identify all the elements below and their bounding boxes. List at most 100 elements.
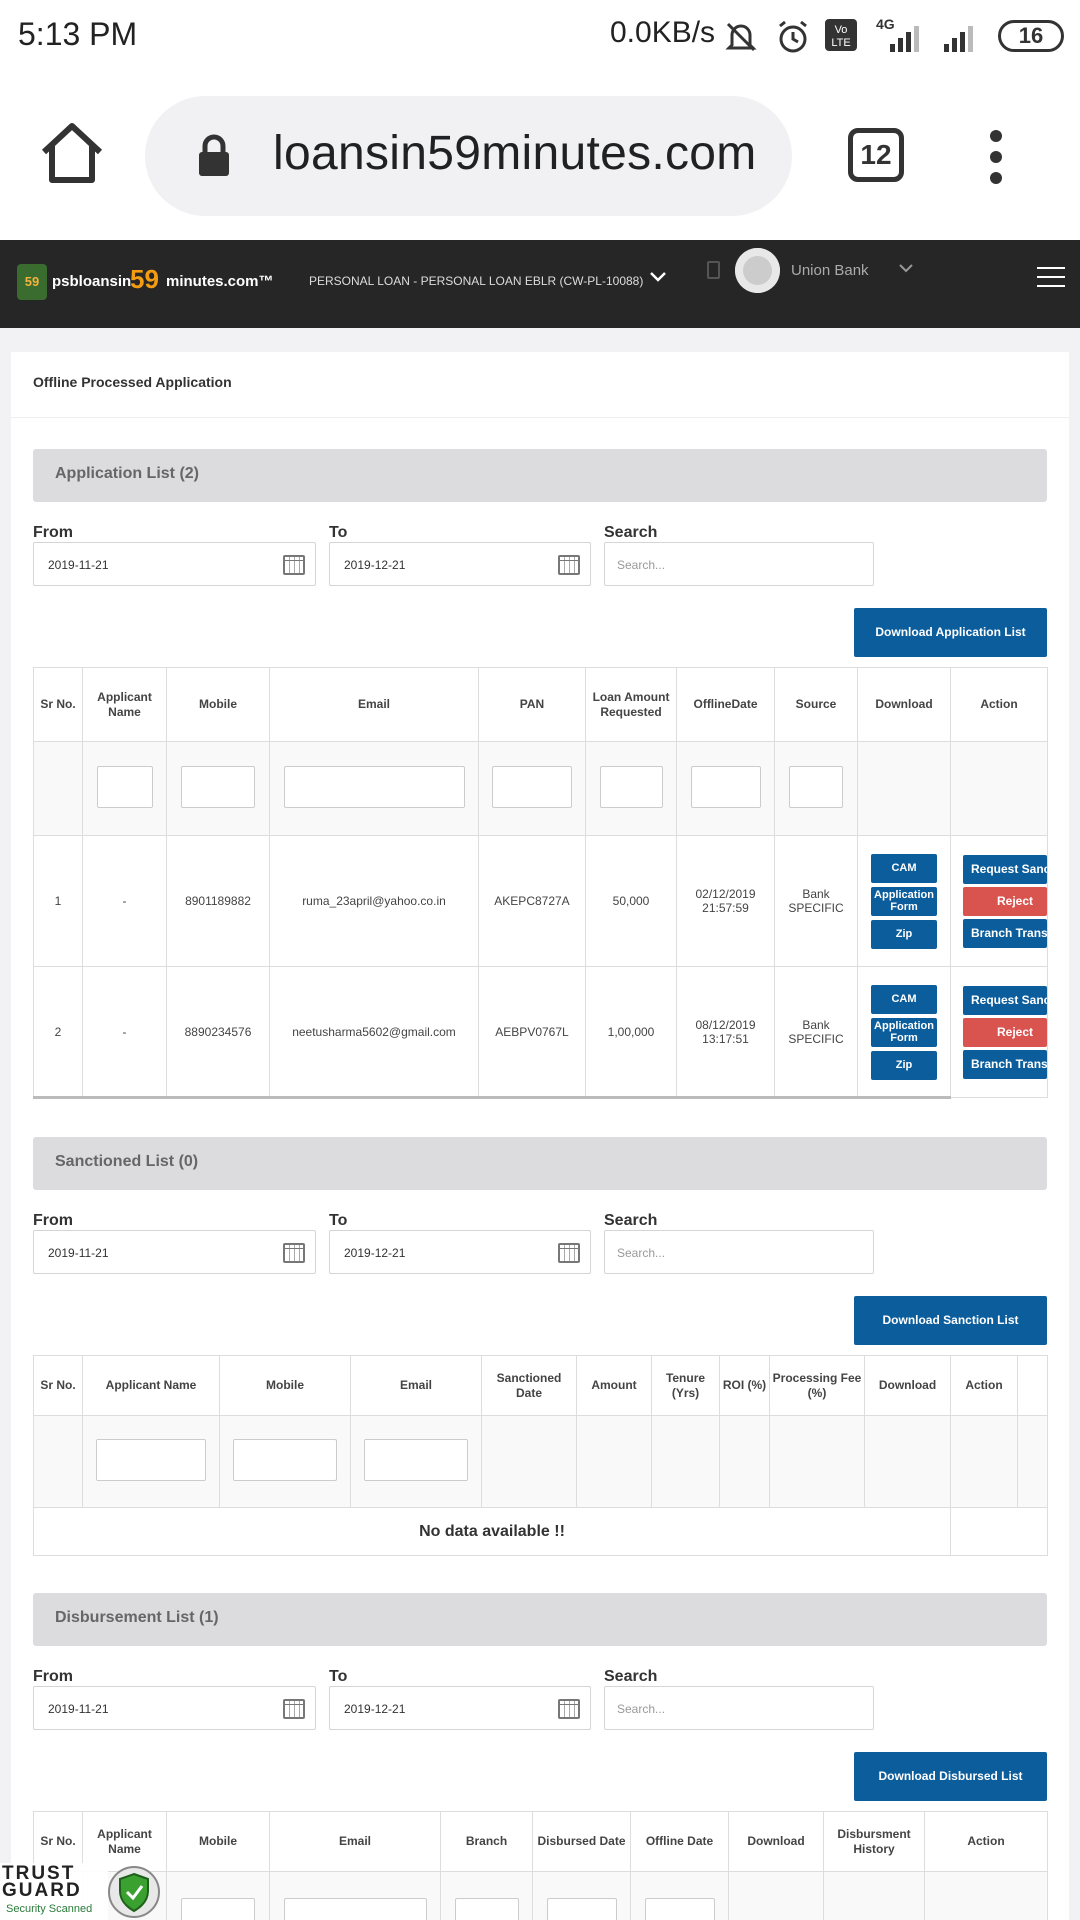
cell-email: neetusharma5602@gmail.com xyxy=(269,966,479,1098)
table-scrollbar[interactable] xyxy=(33,1096,951,1099)
email-filter-input[interactable] xyxy=(364,1439,468,1481)
bank-name[interactable]: Union Bank xyxy=(791,262,869,279)
cell-source: Bank SPECIFIC xyxy=(774,966,858,1098)
chevron-down-icon[interactable] xyxy=(648,270,668,284)
logo-number: 59 xyxy=(130,264,159,294)
date-value: 08/12/2019 xyxy=(695,1018,756,1032)
column-header: Branch xyxy=(440,1811,533,1872)
empty-row: No data available !! xyxy=(33,1507,1048,1556)
search-input[interactable]: Search... xyxy=(604,542,874,586)
mobile-filter-input[interactable] xyxy=(181,1898,255,1920)
svg-text:Vo: Vo xyxy=(835,24,848,36)
address-bar[interactable]: loansin59minutes.com xyxy=(145,96,792,216)
table-header-row: Sr No. Applicant Name Mobile Email PAN L… xyxy=(33,667,1048,742)
from-label: From xyxy=(33,1212,73,1229)
calendar-icon[interactable] xyxy=(558,555,580,575)
filter-cell xyxy=(33,741,83,836)
column-header: Sanctioned Date xyxy=(481,1355,577,1416)
name-filter-input[interactable] xyxy=(96,1439,206,1481)
filter-cell xyxy=(481,1415,577,1508)
branch-transfer-button[interactable]: Branch Transfer xyxy=(963,1049,1047,1079)
application-form-button[interactable]: Application Form xyxy=(871,1017,937,1047)
calendar-icon[interactable] xyxy=(283,1243,305,1263)
calendar-icon[interactable] xyxy=(283,555,305,575)
browser-menu-icon[interactable] xyxy=(985,130,1007,184)
search-input[interactable]: Search... xyxy=(604,1686,874,1730)
product-select[interactable]: PERSONAL LOAN - PERSONAL LOAN EBLR (CW-P… xyxy=(309,274,643,288)
time-value: 21:57:59 xyxy=(702,901,749,915)
reject-button[interactable]: Reject xyxy=(963,886,1047,916)
logo-badge-icon: 59 xyxy=(17,264,47,300)
column-header xyxy=(1017,1355,1048,1416)
application-form-button[interactable]: Application Form xyxy=(871,886,937,916)
date-value: 02/12/2019 xyxy=(695,887,756,901)
download-application-list-button[interactable]: Download Application List xyxy=(854,608,1047,657)
date-filter-input[interactable] xyxy=(690,766,761,808)
to-date-input[interactable]: 2019-12-21 xyxy=(329,1686,591,1730)
filter-cell xyxy=(82,1415,220,1508)
content-card xyxy=(11,352,1069,1920)
offline-date-filter-input[interactable] xyxy=(644,1898,715,1920)
zip-button[interactable]: Zip xyxy=(871,1050,937,1080)
branch-transfer-button[interactable]: Branch Transfer xyxy=(963,918,1047,948)
chevron-down-icon[interactable] xyxy=(898,262,914,274)
filter-cell xyxy=(651,1415,720,1508)
to-label: To xyxy=(329,1212,348,1229)
to-date-input[interactable]: 2019-12-21 xyxy=(329,1230,591,1274)
from-date-input[interactable]: 2019-11-21 xyxy=(33,1230,316,1274)
to-date-value: 2019-12-21 xyxy=(344,1246,406,1260)
calendar-icon[interactable] xyxy=(558,1243,580,1263)
from-date-input[interactable]: 2019-11-21 xyxy=(33,542,316,586)
calendar-icon[interactable] xyxy=(283,1699,305,1719)
cam-button[interactable]: CAM xyxy=(871,984,937,1014)
column-header: Applicant Name xyxy=(82,667,167,742)
filter-cell xyxy=(823,1871,925,1920)
tab-switcher-button[interactable]: 12 xyxy=(848,128,904,182)
hamburger-menu-icon[interactable] xyxy=(1037,267,1065,287)
mobile-filter-input[interactable] xyxy=(181,766,255,808)
from-date-value: 2019-11-21 xyxy=(48,1246,109,1260)
request-sanction-button[interactable]: Request Sanction xyxy=(963,985,1047,1015)
column-header: Download xyxy=(728,1811,824,1872)
column-header: PAN xyxy=(478,667,586,742)
filter-cell xyxy=(857,741,951,836)
from-date-input[interactable]: 2019-11-21 xyxy=(33,1686,316,1730)
disbursed-date-filter-input[interactable] xyxy=(546,1898,617,1920)
column-header: Action xyxy=(950,1355,1018,1416)
home-icon[interactable] xyxy=(36,122,108,186)
filter-cell xyxy=(1017,1415,1048,1508)
download-disbursed-list-button[interactable]: Download Disbursed List xyxy=(854,1752,1047,1801)
source-filter-input[interactable] xyxy=(789,766,843,808)
calendar-icon[interactable] xyxy=(558,1699,580,1719)
cell-source: Bank SPECIFIC xyxy=(774,835,858,967)
reject-button[interactable]: Reject xyxy=(963,1017,1047,1047)
avatar[interactable] xyxy=(735,248,780,293)
filter-cell xyxy=(82,741,167,836)
network-speed: 0.0KB/s xyxy=(610,16,716,49)
filter-cell xyxy=(269,1871,441,1920)
pan-filter-input[interactable] xyxy=(492,766,572,808)
cell-sr: 1 xyxy=(33,835,83,967)
email-filter-input[interactable] xyxy=(283,766,465,808)
amount-filter-input[interactable] xyxy=(599,766,663,808)
mobile-filter-input[interactable] xyxy=(233,1439,337,1481)
email-filter-input[interactable] xyxy=(283,1898,427,1920)
filter-row xyxy=(33,741,1048,836)
download-sanction-list-button[interactable]: Download Sanction List xyxy=(854,1296,1047,1345)
column-header: Tenure (Yrs) xyxy=(651,1355,720,1416)
site-header: 59 psbloansin 59 minutes.com™ PERSONAL L… xyxy=(0,240,1080,328)
request-sanction-button[interactable]: Request Sanction xyxy=(963,854,1047,884)
cam-button[interactable]: CAM xyxy=(871,853,937,883)
disbursement-table: Sr No. Applicant Name Mobile Email Branc… xyxy=(33,1811,1048,1920)
search-label: Search xyxy=(604,1668,658,1685)
name-filter-input[interactable] xyxy=(96,766,153,808)
status-bar: 5:13 PM 0.0KB/s Vo LTE 4G 16 xyxy=(0,0,1080,72)
filter-cell xyxy=(950,741,1048,836)
zip-button[interactable]: Zip xyxy=(871,919,937,949)
branch-filter-input[interactable] xyxy=(454,1898,519,1920)
column-header: Disbursment History xyxy=(823,1811,925,1872)
signal-2-icon xyxy=(944,26,973,52)
search-input[interactable]: Search... xyxy=(604,1230,874,1274)
to-date-input[interactable]: 2019-12-21 xyxy=(329,542,591,586)
search-label: Search xyxy=(604,524,658,541)
